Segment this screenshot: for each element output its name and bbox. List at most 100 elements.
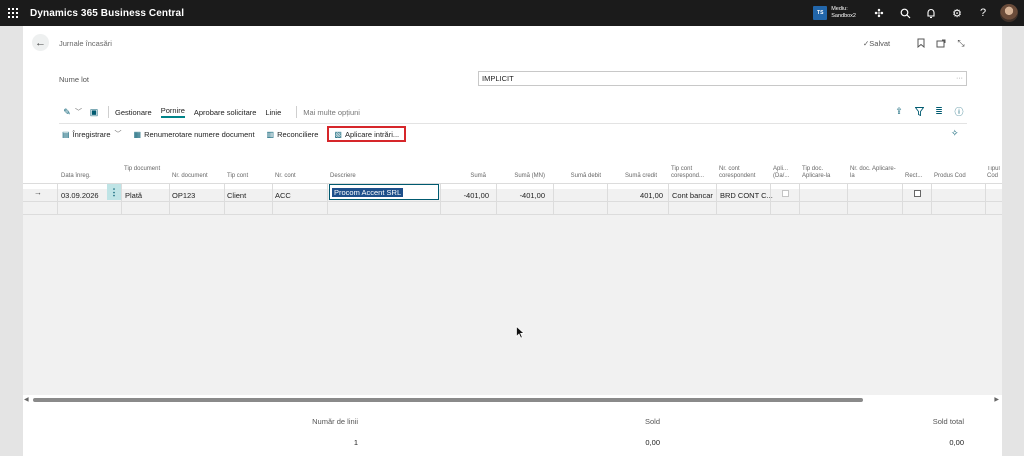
column-divider bbox=[668, 184, 669, 214]
column-header-amount[interactable]: Sumă bbox=[468, 173, 486, 180]
column-header-product-code[interactable]: Produs Cod bbox=[934, 173, 966, 180]
correction-checkbox[interactable] bbox=[914, 190, 921, 197]
balance-label: Sold bbox=[644, 417, 660, 426]
environment-badge[interactable]: TS bbox=[813, 6, 828, 20]
app-launcher-button[interactable] bbox=[0, 0, 26, 26]
column-divider bbox=[902, 184, 903, 214]
help-icon[interactable]: ? bbox=[970, 0, 996, 26]
info-icon[interactable]: ⓘ bbox=[951, 104, 967, 118]
bookmark-icon[interactable] bbox=[913, 35, 929, 51]
cell-amount[interactable]: -401,00 bbox=[443, 189, 489, 201]
renumber-documents-button[interactable]: ▦ Renumerotare numere document bbox=[131, 126, 258, 142]
chevron-down-icon[interactable]: ﹀ bbox=[75, 107, 82, 117]
share-icon[interactable]: ⇪ bbox=[891, 104, 907, 118]
horizontal-scrollbar[interactable]: ◀ ▶ bbox=[23, 395, 1002, 405]
renumber-label: Renumerotare numere document bbox=[144, 129, 255, 139]
cell-bal-account-type[interactable]: Cont bancar bbox=[672, 189, 713, 201]
scroll-right-icon[interactable]: ▶ bbox=[994, 396, 999, 403]
notifications-icon[interactable] bbox=[918, 0, 944, 26]
cell-credit-amount[interactable]: 401,00 bbox=[611, 189, 663, 201]
cell-document-type[interactable]: Plată bbox=[125, 189, 142, 201]
cell-account-no[interactable]: ACC bbox=[275, 189, 291, 201]
list-view-icon[interactable]: ≣ bbox=[931, 104, 947, 118]
more-options-button[interactable]: Mai multe opțiuni bbox=[303, 108, 360, 117]
lookup-ellipsis-icon[interactable]: ··· bbox=[956, 75, 963, 82]
total-balance-value: 0,00 bbox=[949, 438, 964, 447]
chevron-down-icon[interactable]: ﹀ bbox=[115, 129, 122, 139]
line-count-label: Număr de linii bbox=[312, 417, 358, 426]
saved-status: ✓Salvat bbox=[863, 39, 891, 48]
description-input[interactable]: Procom Accent SRL bbox=[329, 184, 439, 200]
scroll-left-icon[interactable]: ◀ bbox=[24, 396, 29, 403]
batch-name-value: IMPLICIT bbox=[482, 74, 514, 83]
waffle-icon bbox=[8, 8, 18, 18]
list-tools: ⇪ ≣ ⓘ bbox=[891, 104, 967, 118]
reconcile-button[interactable]: ▥ Reconciliere bbox=[264, 126, 322, 142]
edit-mode-icon[interactable]: ✎ bbox=[59, 105, 75, 119]
column-divider bbox=[496, 184, 497, 214]
tab-aprobare-solicitare[interactable]: Aprobare solicitare bbox=[194, 108, 257, 117]
column-header-amount-lcy[interactable]: Sumă (MN) bbox=[499, 173, 545, 180]
collapse-icon[interactable]: ⤡ bbox=[953, 35, 969, 51]
column-divider bbox=[327, 184, 328, 214]
column-divider bbox=[553, 184, 554, 214]
column-header-bal-account-no[interactable]: Nr. cont corespondent bbox=[719, 166, 769, 180]
column-header-document-type[interactable]: Tip document bbox=[124, 166, 164, 173]
user-avatar[interactable] bbox=[1000, 4, 1018, 22]
open-new-window-icon[interactable] bbox=[933, 35, 949, 51]
column-divider bbox=[716, 184, 717, 214]
page-header-actions: ⤡ bbox=[913, 35, 969, 51]
pin-filter-pane-icon[interactable]: ▣ bbox=[86, 105, 102, 119]
column-header-account-type[interactable]: Tip cont bbox=[227, 173, 248, 180]
copilot-icon[interactable]: ✣ bbox=[866, 0, 892, 26]
tab-linie[interactable]: Linie bbox=[265, 108, 281, 117]
cell-debit-amount[interactable] bbox=[556, 189, 601, 201]
command-bar: ▤ Înregistrare ﹀ ▦ Renumerotare numere d… bbox=[59, 125, 412, 143]
batch-name-label: Nume lot bbox=[59, 75, 90, 84]
column-header-debit-amount[interactable]: Sumă debit bbox=[563, 173, 601, 180]
scrollbar-thumb[interactable] bbox=[33, 398, 863, 402]
column-divider bbox=[224, 184, 225, 214]
cell-document-no[interactable]: OP123 bbox=[172, 189, 195, 201]
journal-page: ← Jurnale încasări ✓Salvat ⤡ Nume lot IM… bbox=[23, 26, 1002, 456]
post-label: Înregistrare bbox=[72, 129, 111, 139]
environment-label: Mediu: bbox=[831, 6, 848, 12]
line-count-value: 1 bbox=[353, 438, 358, 447]
settings-gear-icon[interactable]: ⚙ bbox=[944, 0, 970, 26]
personalize-icon[interactable]: ✧ bbox=[951, 128, 959, 139]
row-actions-button[interactable]: ⋮ bbox=[107, 184, 121, 200]
current-row-arrow-icon: → bbox=[34, 188, 42, 197]
column-header-account-no[interactable]: Nr. cont bbox=[275, 173, 296, 180]
column-header-posting-date[interactable]: Data înreg. bbox=[61, 173, 91, 180]
tab-pornire[interactable]: Pornire bbox=[160, 106, 185, 118]
column-header-applies-to[interactable]: Apli... (Da/... bbox=[773, 166, 797, 180]
cell-amount-lcy[interactable]: -401,00 bbox=[499, 189, 545, 201]
column-divider bbox=[847, 184, 848, 214]
cell-bal-account-no[interactable]: BRD CONT C... bbox=[720, 189, 773, 201]
filter-icon[interactable] bbox=[911, 104, 927, 118]
column-header-correction[interactable]: Rect... bbox=[905, 173, 922, 180]
column-header-applies-to-doc-type[interactable]: Tip doc. Aplicare-la bbox=[802, 166, 848, 180]
column-header-applies-to-doc-no[interactable]: Nr. doc. Aplicare-la bbox=[850, 166, 896, 180]
batch-name-field[interactable]: IMPLICIT ··· bbox=[478, 71, 967, 86]
column-header-code-type[interactable]: Tipul Cod bbox=[987, 166, 1002, 180]
column-header-document-no[interactable]: Nr. document bbox=[172, 173, 208, 180]
column-header-credit-amount[interactable]: Sumă credit bbox=[617, 173, 657, 180]
action-tabs: ✎ ﹀ ▣ Gestionare Pornire Aprobare solici… bbox=[59, 104, 369, 120]
column-header-description[interactable]: Descriere bbox=[330, 173, 356, 180]
cell-posting-date[interactable]: 03.09.2026 bbox=[61, 189, 99, 201]
column-divider bbox=[607, 184, 608, 214]
environment-name[interactable]: Mediu: Sandbox2 bbox=[831, 6, 856, 20]
tab-gestionare[interactable]: Gestionare bbox=[115, 108, 152, 117]
applies-to-checkbox[interactable] bbox=[782, 190, 789, 197]
column-header-bal-account-type[interactable]: Tip cont corespond... bbox=[671, 166, 717, 180]
cell-account-type[interactable]: Client bbox=[227, 189, 246, 201]
search-icon[interactable] bbox=[892, 0, 918, 26]
column-divider bbox=[440, 184, 441, 214]
back-arrow-icon[interactable]: ← bbox=[32, 34, 49, 51]
column-divider bbox=[985, 184, 986, 214]
environment-value: Sandbox2 bbox=[831, 13, 856, 19]
apply-entries-button[interactable]: ▧ Aplicare intrări... bbox=[327, 126, 407, 142]
balance-value: 0,00 bbox=[645, 438, 660, 447]
post-button[interactable]: ▤ Înregistrare ﹀ bbox=[59, 126, 125, 142]
